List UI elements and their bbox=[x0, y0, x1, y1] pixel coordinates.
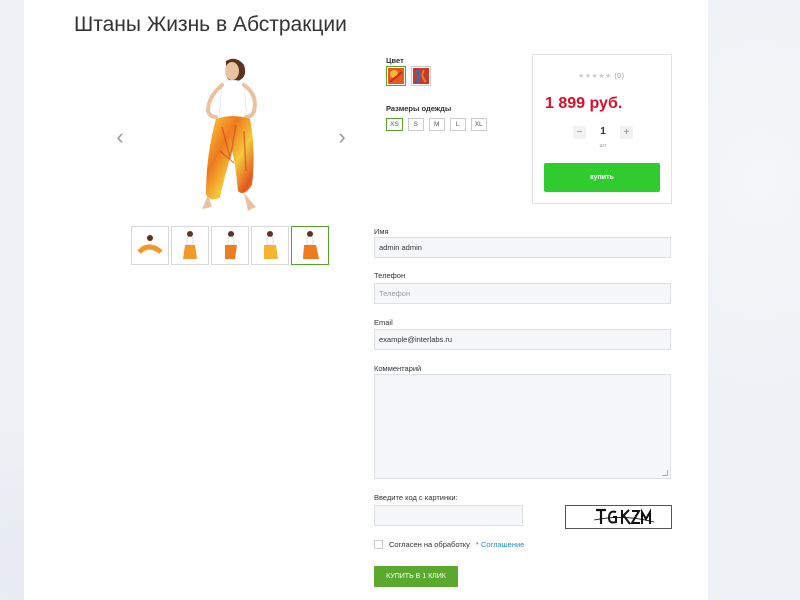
required-asterisk: * bbox=[475, 540, 479, 549]
captcha-graphic bbox=[593, 508, 655, 525]
buy-box: ★★★★★ (0) 1 899 руб. − 1 + шт купить bbox=[532, 54, 672, 204]
size-option-l[interactable]: L bbox=[449, 118, 466, 131]
resize-handle[interactable] bbox=[662, 470, 668, 476]
comment-label: Комментарий bbox=[374, 364, 422, 373]
name-label: Имя bbox=[374, 227, 389, 236]
size-options: XS S M L XL bbox=[386, 118, 487, 131]
chevron-right-icon[interactable]: › bbox=[335, 125, 349, 149]
page-title: Штаны Жизнь в Абстракции bbox=[74, 13, 347, 36]
quantity-stepper: − 1 + bbox=[573, 126, 633, 142]
rating-count: (0) bbox=[614, 73, 625, 80]
product-main-image[interactable] bbox=[174, 55, 284, 220]
thumbnail[interactable] bbox=[211, 226, 249, 265]
phone-label: Телефон bbox=[374, 271, 406, 280]
consent-row: Согласен на обработку * Соглашение bbox=[374, 540, 524, 549]
chevron-left-icon[interactable]: ‹ bbox=[113, 125, 127, 149]
buy-button[interactable]: купить bbox=[544, 163, 660, 192]
size-option-xl[interactable]: XL bbox=[470, 118, 487, 131]
one-click-buy-button[interactable]: КУПИТЬ В 1 КЛИК bbox=[374, 566, 458, 587]
size-label: Размеры одежды bbox=[386, 104, 452, 113]
email-field[interactable]: example@interlabs.ru bbox=[374, 329, 671, 350]
name-field[interactable]: admin admin bbox=[374, 237, 671, 258]
color-swatches bbox=[386, 66, 431, 86]
rating[interactable]: ★★★★★ (0) bbox=[578, 72, 624, 80]
phone-field[interactable]: Телефон bbox=[374, 283, 671, 304]
captcha-input[interactable] bbox=[374, 505, 523, 526]
thumbnail[interactable] bbox=[131, 226, 169, 265]
size-option-m[interactable]: M bbox=[428, 118, 445, 131]
size-option-xs[interactable]: XS bbox=[386, 118, 403, 131]
color-swatch-red-blue[interactable] bbox=[411, 66, 431, 86]
quantity-input[interactable]: 1 bbox=[589, 126, 617, 137]
agreement-link[interactable]: Соглашение bbox=[481, 540, 524, 549]
color-label: Цвет bbox=[386, 56, 404, 65]
color-swatch-orange[interactable] bbox=[386, 66, 406, 86]
quantity-decrease-button[interactable]: − bbox=[573, 126, 586, 139]
captcha-image bbox=[565, 505, 672, 529]
thumbnail-active[interactable] bbox=[291, 226, 329, 265]
thumbnail[interactable] bbox=[171, 226, 209, 265]
thumbnail-strip bbox=[131, 226, 329, 265]
quantity-increase-button[interactable]: + bbox=[620, 126, 633, 139]
captcha-label: Введите код с картинки: bbox=[374, 493, 458, 502]
star-icons: ★★★★★ bbox=[578, 73, 612, 80]
product-photo bbox=[202, 58, 257, 211]
comment-textarea[interactable] bbox=[374, 374, 671, 479]
quantity-unit: шт bbox=[599, 143, 607, 149]
thumbnail[interactable] bbox=[251, 226, 289, 265]
email-label: Email bbox=[374, 318, 393, 327]
consent-text: Согласен на обработку bbox=[389, 540, 470, 549]
consent-checkbox[interactable] bbox=[374, 540, 383, 549]
price: 1 899 руб. bbox=[545, 95, 623, 112]
size-option-s[interactable]: S bbox=[407, 118, 424, 131]
buy-button-label: купить bbox=[590, 174, 614, 181]
